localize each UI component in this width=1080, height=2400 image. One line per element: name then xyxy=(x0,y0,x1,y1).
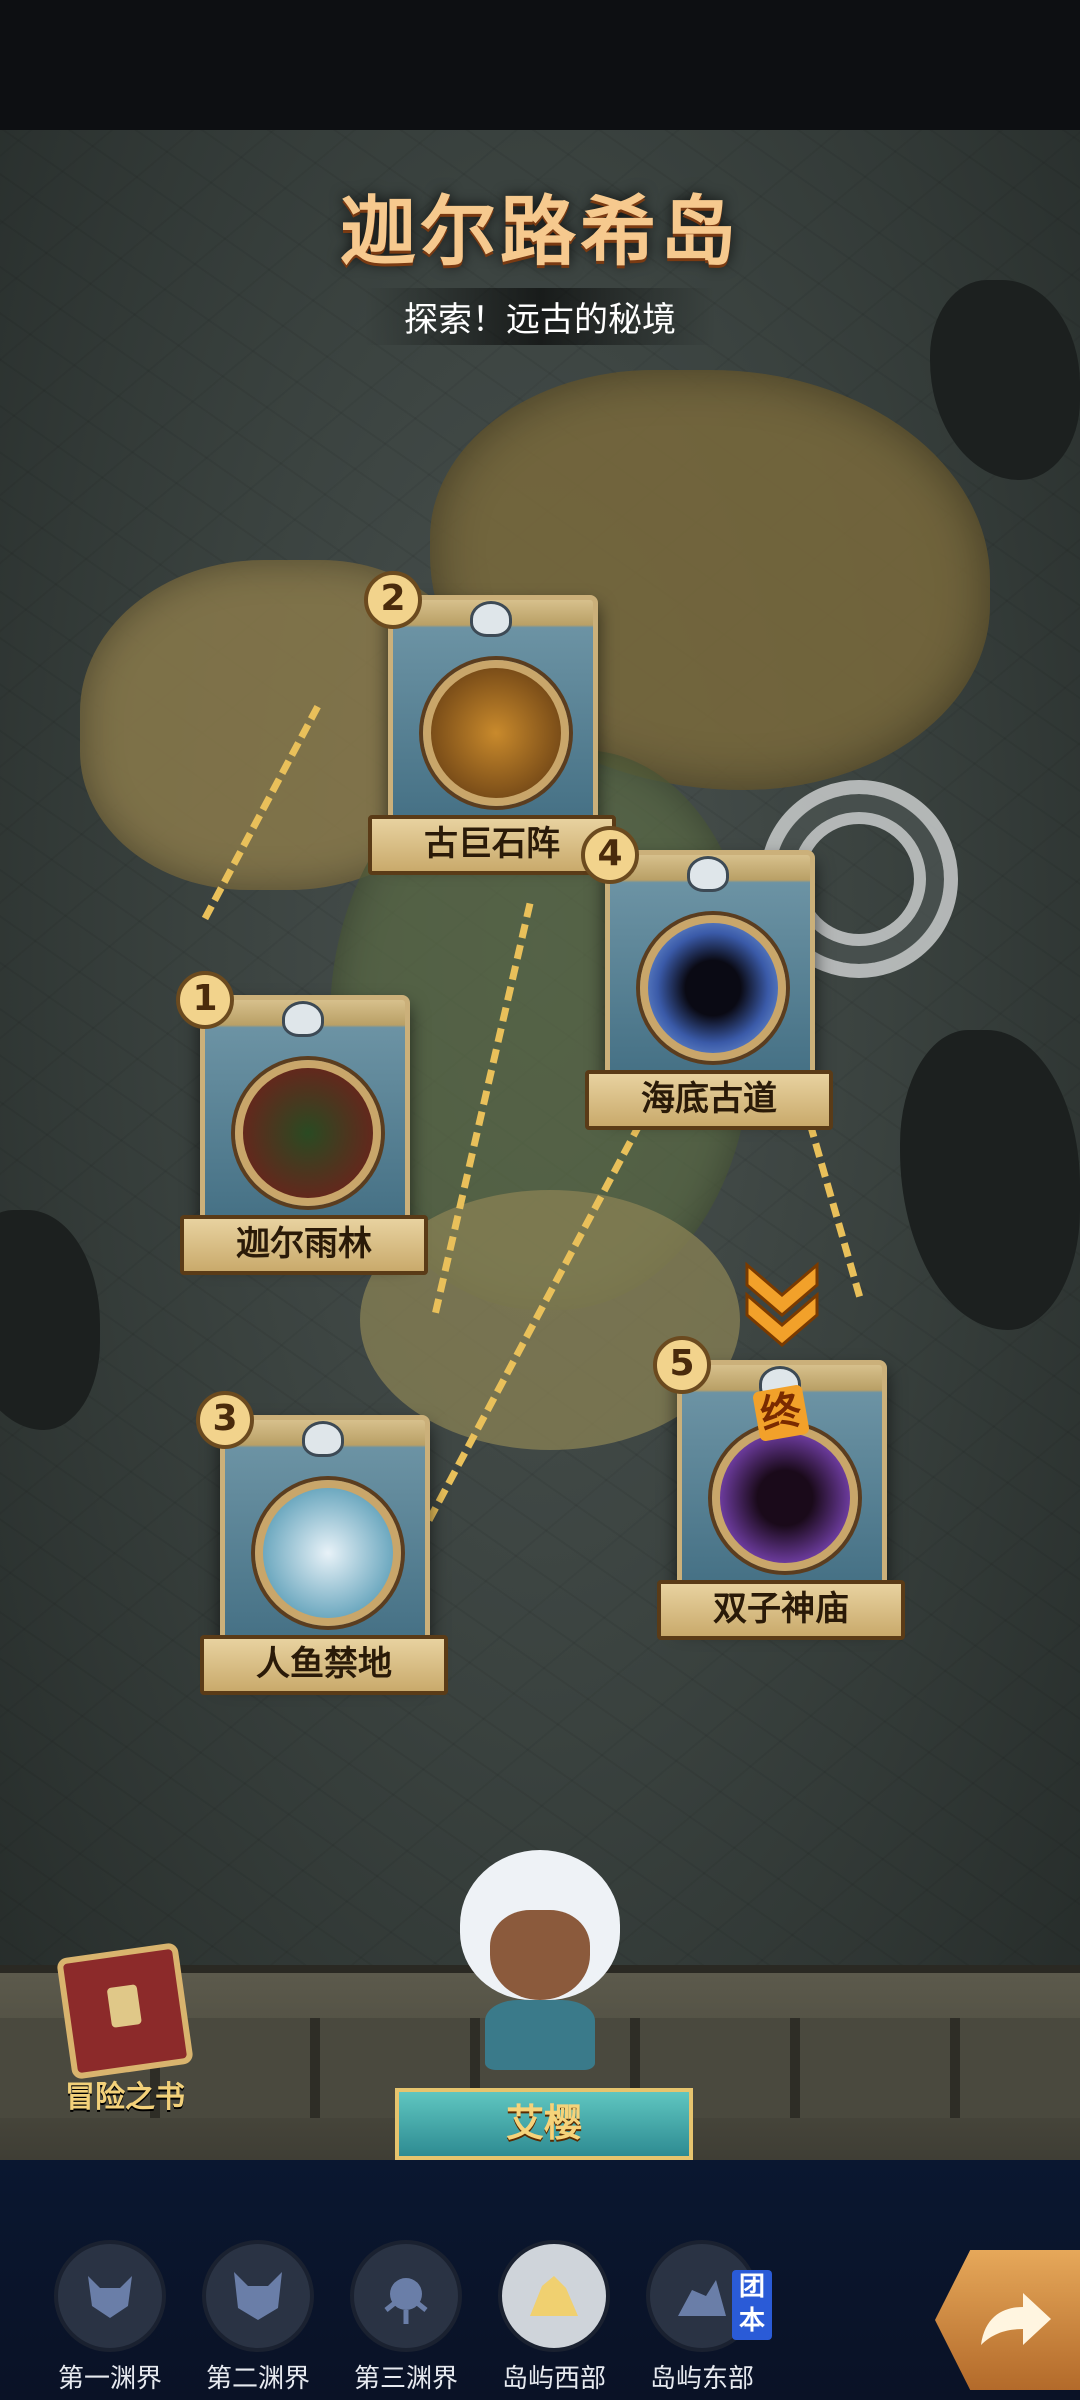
hero-body xyxy=(485,2000,595,2070)
dark-rock xyxy=(900,1030,1080,1330)
stage-number-badge: 5 xyxy=(653,1336,711,1394)
map-title-block: 迦尔路希岛 探索！远古的秘境 xyxy=(280,170,800,345)
stage-name: 双子神庙 xyxy=(657,1580,905,1640)
stage-portrait xyxy=(423,660,569,806)
stage-portrait xyxy=(235,1060,381,1206)
adventure-book-button[interactable]: 冒险之书 xyxy=(40,1942,210,2116)
mask-icon xyxy=(302,1421,344,1457)
hero-name-plate: 艾樱 xyxy=(395,2088,693,2160)
nav-label: 岛屿西部 xyxy=(501,2364,606,2394)
west-island-icon xyxy=(498,2240,610,2352)
stage-node-3[interactable]: 3 人鱼禁地 xyxy=(196,1391,448,1715)
stage-portrait xyxy=(712,1425,858,1571)
bottom-nav: 第一渊界 第二渊界 第三渊界 岛屿西部 岛屿东部 xyxy=(0,2160,1080,2400)
share-arrow-icon xyxy=(981,2293,1051,2345)
stage-portrait xyxy=(255,1480,401,1626)
stage-number-badge: 2 xyxy=(364,571,422,629)
nav-first-abyss[interactable]: 第一渊界 xyxy=(50,2240,170,2395)
nav-west-island[interactable]: 岛屿西部 xyxy=(494,2240,614,2395)
stage-name: 迦尔雨林 xyxy=(180,1215,428,1275)
stage-node-1[interactable]: 1 迦尔雨林 xyxy=(176,971,428,1295)
mask-icon xyxy=(687,856,729,892)
nav-label: 岛屿东部 xyxy=(649,2364,754,2394)
nav-second-abyss[interactable]: 第二渊界 xyxy=(198,2240,318,2395)
horned-mask-icon xyxy=(202,2240,314,2352)
tentacle-mask-icon xyxy=(350,2240,462,2352)
adventure-book-label: 冒险之书 xyxy=(65,2080,185,2115)
team-raid-tag: 团本 xyxy=(732,2270,772,2340)
nav-third-abyss[interactable]: 第三渊界 xyxy=(346,2240,466,2395)
chevron-down-icon xyxy=(745,1261,819,1347)
book-icon xyxy=(56,1942,194,2080)
stage-portrait xyxy=(640,915,786,1061)
hero-face xyxy=(490,1910,590,2000)
page-subtitle: 探索！远古的秘境 xyxy=(364,288,716,345)
stage-number-badge: 3 xyxy=(196,1391,254,1449)
dark-rock xyxy=(930,280,1080,480)
stage-name: 古巨石阵 xyxy=(368,815,616,875)
stage-number-badge: 4 xyxy=(581,826,639,884)
dark-rock xyxy=(0,1210,100,1430)
nav-label: 第二渊界 xyxy=(205,2364,310,2394)
stage-number-badge: 1 xyxy=(176,971,234,1029)
stage-node-2[interactable]: 2 古巨石阵 xyxy=(364,571,616,895)
hero-avatar[interactable] xyxy=(440,1850,640,2070)
final-stage-badge: 终 xyxy=(752,1384,810,1442)
mask-icon xyxy=(282,1001,324,1037)
nav-label: 第一渊界 xyxy=(57,2364,162,2394)
stage-node-4[interactable]: 4 海底古道 xyxy=(581,826,833,1150)
demon-mask-icon xyxy=(54,2240,166,2352)
page-title: 迦尔路希岛 xyxy=(340,187,740,276)
stage-name: 人鱼禁地 xyxy=(200,1635,448,1695)
nav-label: 第三渊界 xyxy=(353,2364,458,2394)
mask-icon xyxy=(470,601,512,637)
stage-name: 海底古道 xyxy=(585,1070,833,1130)
